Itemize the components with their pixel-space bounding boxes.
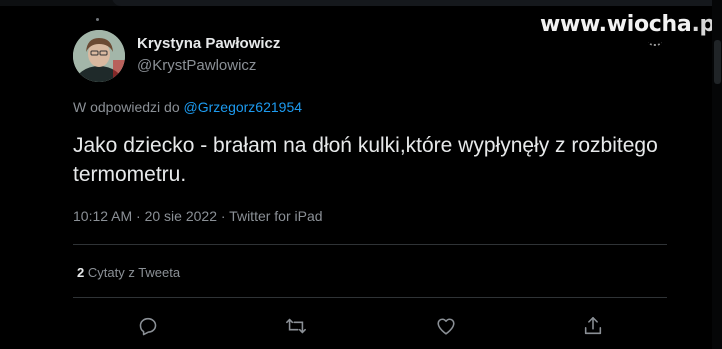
avatar[interactable] [73,30,125,82]
scrollbar-thumb[interactable] [714,40,721,84]
divider-top [73,244,667,245]
watermark: www.wiocha.pl [540,12,722,37]
watermark-site: www.wiocha [540,12,692,37]
reply-context: W odpowiedzi do @Grzegorz621954 [73,99,302,115]
reply-icon [139,317,157,336]
author-handle[interactable]: @KrystPawlowicz [137,57,256,74]
avatar-image [73,30,125,82]
watermark-swirl [648,38,662,46]
author-name[interactable]: Krystyna Pawłowicz [137,35,280,52]
tweet-meta: 10:12 AM · 20 sie 2022 · Twitter for iPa… [73,208,323,224]
divider-bottom [73,297,667,298]
like-icon [437,318,455,335]
reply-prefix: W odpowiedzi do [73,99,184,115]
top-bar [0,0,722,6]
retweet-button[interactable] [284,314,308,338]
like-button[interactable] [434,314,458,338]
quote-count: 2 [77,265,85,280]
share-icon [584,316,602,335]
top-bar-edge [112,0,722,6]
thread-dot [96,18,99,21]
tweet-text: Jako dziecko - brałam na dłoń kulki,któr… [73,134,658,186]
reply-mention-link[interactable]: @Grzegorz621954 [184,99,303,115]
scrollbar[interactable] [712,0,722,349]
share-button[interactable] [581,314,605,338]
quote-label: Cytaty z Tweeta [87,265,181,280]
reply-button[interactable] [136,314,160,338]
quote-tweets-link[interactable]: 2 Cytaty z Tweeta [77,265,180,280]
retweet-icon [286,318,306,334]
